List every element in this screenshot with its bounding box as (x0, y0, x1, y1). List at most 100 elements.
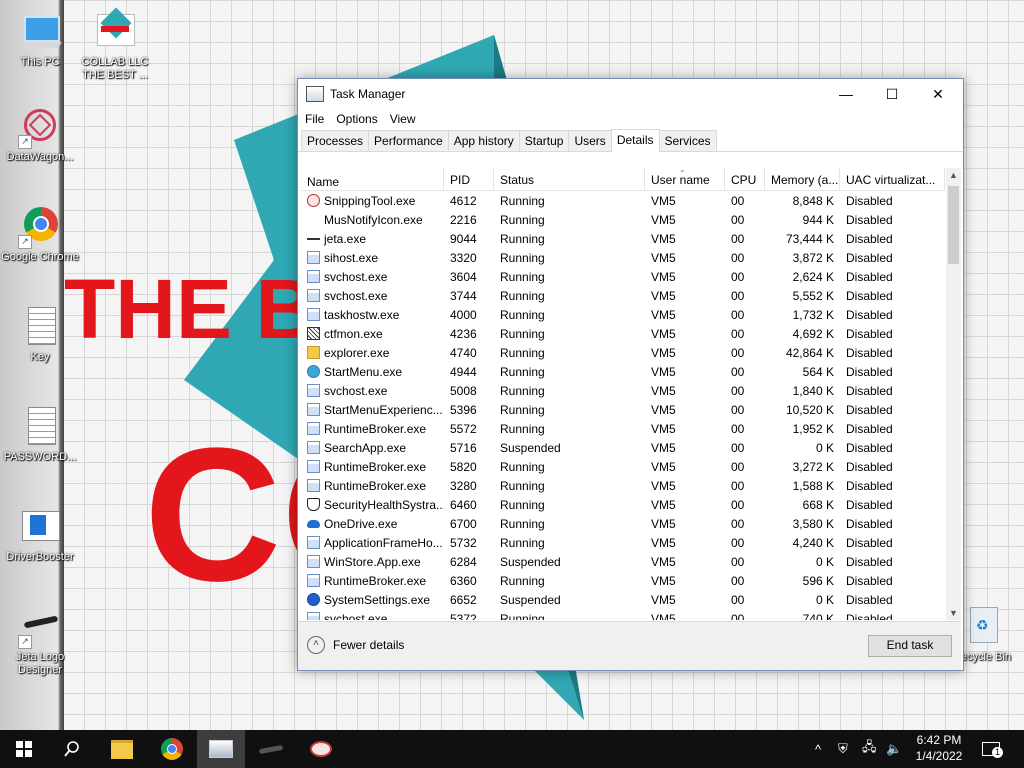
folder-icon (111, 739, 133, 759)
table-row[interactable]: taskhostw.exe 4000 Running VM5 00 1,732 K Disa… (301, 305, 945, 324)
desktop-icon-jeta-logo-designer[interactable]: ↗ Jeta Logo Designer (0, 605, 80, 677)
task-manager-window[interactable]: Task Manager — ☐ ✕ File Options View Pro… (297, 78, 964, 671)
cell-memory: 1,840 K (792, 383, 834, 398)
process-name: StartMenu.exe (324, 364, 403, 379)
scroll-up-arrow-icon[interactable]: ▲ (946, 168, 961, 182)
cell-cpu: 00 (731, 212, 745, 227)
cell-name: explorer.exe (301, 346, 444, 360)
table-row[interactable]: jeta.exe 9044 Running VM5 00 73,444 K Disabled (301, 229, 945, 248)
jeta-icon (258, 744, 284, 754)
vertical-scrollbar[interactable]: ▲ ▼ (946, 168, 961, 620)
close-button[interactable]: ✕ (915, 79, 961, 109)
cell-cpu: 00 (731, 573, 745, 588)
table-row[interactable]: explorer.exe 4740 Running VM5 00 42,864 K Disa… (301, 343, 945, 362)
minimize-button[interactable]: — (823, 79, 869, 109)
cell-pid: 3744 (450, 288, 477, 303)
menu-view[interactable]: View (390, 112, 416, 126)
search-button[interactable] (48, 730, 96, 768)
table-row[interactable]: svchost.exe 5372 Running VM5 00 740 K Disabled (301, 609, 945, 620)
notification-count: 1 (992, 747, 1003, 758)
scroll-down-arrow-icon[interactable]: ▼ (946, 606, 961, 620)
title-bar[interactable]: Task Manager — ☐ ✕ (298, 79, 963, 109)
column-header-pid[interactable]: PID (444, 168, 494, 190)
table-row[interactable]: SnippingTool.exe 4612 Running VM5 00 8,848 K D… (301, 191, 945, 210)
cell-memory: 0 K (815, 592, 834, 607)
desktop-icon-password[interactable]: PASSWORD... (0, 405, 80, 464)
cell-user-name: VM5 (651, 554, 676, 569)
table-row[interactable]: ctfmon.exe 4236 Running VM5 00 4,692 K Disable… (301, 324, 945, 343)
column-header-user-name[interactable]: ⌄ User name (645, 168, 725, 190)
scrollbar-thumb[interactable] (948, 186, 959, 264)
cell-pid: 3604 (450, 269, 477, 284)
table-row[interactable]: ApplicationFrameHo... 5732 Running VM5 00 4,2… (301, 533, 945, 552)
column-header-cpu[interactable]: CPU (725, 168, 765, 190)
tray-security-icon[interactable]: ⛨ (838, 730, 848, 768)
cell-cpu: 00 (731, 250, 745, 265)
table-row[interactable]: SystemSettings.exe 6652 Suspended VM5 00 0 K D… (301, 590, 945, 609)
desktop-icon-datawagon[interactable]: ↗ DataWagon... (0, 105, 80, 164)
show-hidden-icons-button[interactable]: ^ (815, 730, 821, 768)
table-row[interactable]: RuntimeBroker.exe 6360 Running VM5 00 596 K Di… (301, 571, 945, 590)
table-row[interactable]: sihost.exe 3320 Running VM5 00 3,872 K Disable… (301, 248, 945, 267)
table-row[interactable]: StartMenuExperienc... 5396 Running VM5 00 10,… (301, 400, 945, 419)
text-file-icon (18, 405, 62, 449)
table-row[interactable]: OneDrive.exe 6700 Running VM5 00 3,580 K Disab… (301, 514, 945, 533)
table-row[interactable]: svchost.exe 3604 Running VM5 00 2,624 K Disabl… (301, 267, 945, 286)
menu-options[interactable]: Options (336, 112, 377, 126)
tab-performance[interactable]: Performance (368, 130, 449, 151)
cell-uac: Disabled (846, 516, 893, 531)
desktop-icon-driverbooster[interactable]: DriverBooster (0, 505, 80, 564)
notification-center-button[interactable]: 1 (982, 730, 1003, 768)
table-row[interactable]: RuntimeBroker.exe 5820 Running VM5 00 3,272 K… (301, 457, 945, 476)
taskbar-task-manager[interactable] (197, 730, 245, 768)
fewer-details-button[interactable]: ˄ Fewer details (307, 636, 404, 654)
desktop-icon-this-pc[interactable]: This PC (0, 10, 80, 69)
tab-services[interactable]: Services (658, 130, 717, 151)
speaker-muted-icon: 🔈 (886, 741, 903, 756)
table-row[interactable]: MusNotifyIcon.exe 2216 Running VM5 00 944 K Di… (301, 210, 945, 229)
cell-memory: 740 K (802, 611, 834, 621)
tab-startup[interactable]: Startup (518, 130, 570, 151)
tab-users[interactable]: Users (568, 130, 612, 151)
taskbar-snipping-tool[interactable] (297, 730, 345, 768)
cell-name: StartMenuExperienc... (301, 403, 444, 417)
column-header-status[interactable]: Status (494, 168, 645, 190)
table-row[interactable]: SecurityHealthSystra... 6460 Running VM5 00 6… (301, 495, 945, 514)
system-clock[interactable]: 6:42 PM 1/4/2022 (907, 732, 971, 764)
desktop-icon-collab[interactable]: COLLAB LLC THE BEST ... (75, 7, 155, 82)
taskbar-jeta[interactable] (247, 730, 295, 768)
cell-user-name: VM5 (651, 383, 676, 398)
menu-bar: File Options View (298, 109, 963, 129)
table-row[interactable]: svchost.exe 3744 Running VM5 00 5,552 K Disabl… (301, 286, 945, 305)
column-header-uac[interactable]: UAC virtualizat... (840, 168, 945, 190)
cell-uac: Disabled (846, 383, 893, 398)
table-row[interactable]: RuntimeBroker.exe 3280 Running VM5 00 1,588 K… (301, 476, 945, 495)
taskbar-file-explorer[interactable] (98, 730, 146, 768)
cell-user-name: VM5 (651, 250, 676, 265)
end-task-button[interactable]: End task (868, 635, 952, 657)
table-row[interactable]: svchost.exe 5008 Running VM5 00 1,840 K Disabl… (301, 381, 945, 400)
cell-pid: 4000 (450, 307, 477, 322)
cell-name: svchost.exe (301, 270, 444, 284)
taskbar-chrome[interactable] (148, 730, 196, 768)
column-header-name[interactable]: Name (301, 168, 444, 190)
desktop-icon-key[interactable]: Key (0, 305, 80, 364)
table-row[interactable]: WinStore.App.exe 6284 Suspended VM5 00 0 K Dis… (301, 552, 945, 571)
process-name: SnippingTool.exe (324, 193, 416, 208)
column-header-memory[interactable]: Memory (a... (765, 168, 840, 190)
maximize-button[interactable]: ☐ (869, 79, 915, 109)
tab-details[interactable]: Details (610, 129, 660, 152)
table-row[interactable]: RuntimeBroker.exe 5572 Running VM5 00 1,952 K… (301, 419, 945, 438)
app-window-icon (307, 251, 320, 264)
tray-volume-icon[interactable]: 🔈 (886, 730, 902, 768)
table-row[interactable]: SearchApp.exe 5716 Suspended VM5 00 0 K Disabl… (301, 438, 945, 457)
start-button[interactable] (0, 730, 48, 768)
desktop-icon-google-chrome[interactable]: ↗ Google Chrome (0, 205, 80, 264)
menu-file[interactable]: File (305, 112, 324, 126)
tray-network-icon[interactable]: 🖧 (862, 730, 877, 768)
tab-processes[interactable]: Processes (301, 130, 370, 151)
process-name: taskhostw.exe (324, 307, 400, 322)
cell-status: Running (500, 345, 545, 360)
table-row[interactable]: StartMenu.exe 4944 Running VM5 00 564 K Disabl… (301, 362, 945, 381)
tab-app-history[interactable]: App history (447, 130, 520, 151)
